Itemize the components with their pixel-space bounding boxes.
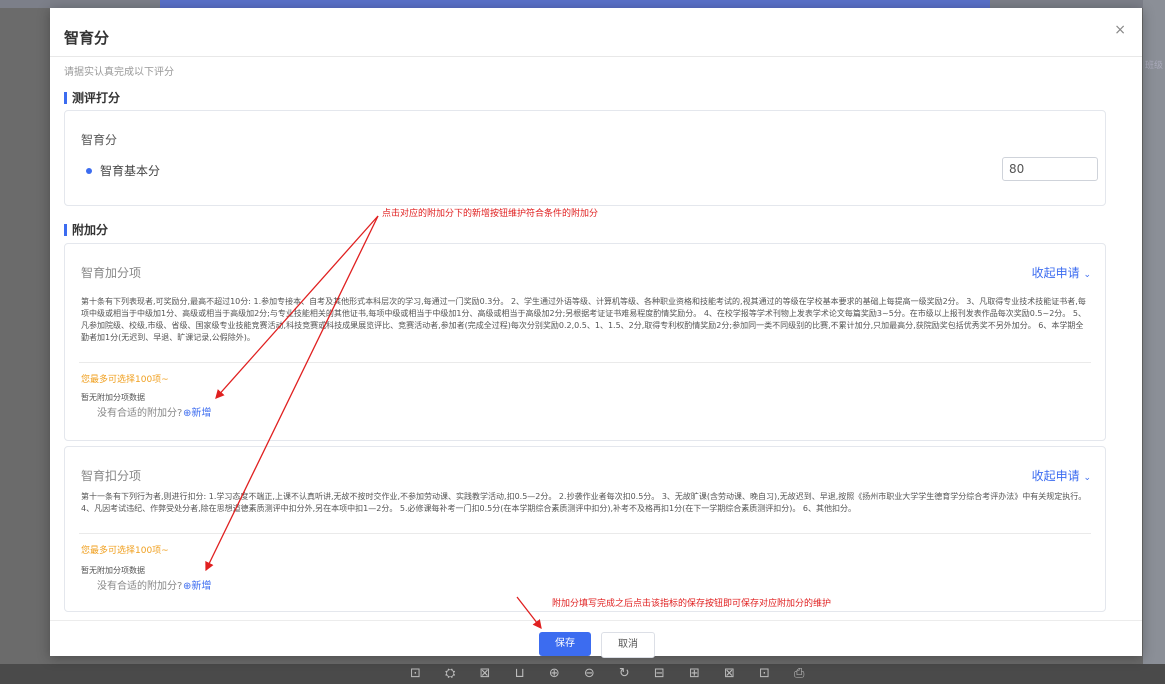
bonus-no-data: 暂无附加分项数据 [81,393,145,402]
deduct-limit-text: 您最多可选择100项~ [81,546,169,556]
bonus-add-button[interactable]: ⊕新增 [183,404,211,419]
bonus-none-suitable: 没有合适的附加分? [97,408,183,419]
card-divider [79,362,1091,363]
deduct-collapse-toggle[interactable]: 收起申请 ⌄ [1032,467,1091,484]
chevron-down-icon: ⌄ [1083,270,1091,280]
backdrop-right-panel: 班级 [1143,0,1165,684]
bonus-limit-text: 您最多可选择100项~ [81,375,169,385]
annotation-add-hint: 点击对应的附加分下的新增按钮维护符合条件的附加分 [382,209,599,219]
backdrop-ghost-text: 班级 [1145,61,1164,71]
deduct-no-data: 暂无附加分项数据 [81,566,145,575]
deduct-card-title: 智育扣分项 [81,469,142,483]
section-marker [64,92,67,104]
basic-score-label: 智育基本分 [100,164,161,178]
score-card: 智育分 [64,110,1106,206]
chevron-down-icon: ⌄ [1083,473,1091,483]
header-divider [50,56,1142,57]
section-heading-extra: 附加分 [64,221,108,238]
toggle-label: 收起申请 [1031,266,1080,280]
document-toolbar: ⊡ ⛭ ⊠ ⊔ ⊕ ⊖ ↻ ⊟ ⊞ ⊠ ⊡ ⎙ [0,664,1165,684]
deduct-none-suitable: 没有合适的附加分? [97,581,183,592]
section-heading-text: 测评打分 [72,91,121,105]
bonus-card-title: 智育加分项 [81,266,142,280]
deduct-card: 智育扣分项 收起申请 ⌄ 第十一条有下列行为者,则进行扣分: 1.学习态度不端正… [64,446,1106,612]
section-marker [64,224,67,236]
close-icon[interactable]: × [1114,22,1126,38]
bonus-collapse-toggle[interactable]: 收起申请 ⌄ [1032,264,1091,281]
score-dialog: 智育分 × 请据实认真完成以下评分 测评打分 智育分 智育基本分 附加分 智育加… [50,8,1142,658]
toolbar-icons[interactable]: ⊡ ⛭ ⊠ ⊔ ⊕ ⊖ ↻ ⊟ ⊞ ⊠ ⊡ ⎙ [410,666,814,681]
deduct-add-button[interactable]: ⊕新增 [183,577,211,592]
deduct-rules-text: 第十一条有下列行为者,则进行扣分: 1.学习态度不端正,上课不认真听讲,无故不按… [81,492,1087,513]
basic-score-input[interactable] [1002,157,1098,181]
footer-divider [50,620,1142,621]
backdrop-header-bar [160,0,990,8]
toggle-label: 收起申请 [1031,469,1080,483]
section-heading-text: 附加分 [72,223,109,237]
card-divider [79,533,1091,534]
cancel-button[interactable]: 取消 [601,632,655,658]
dialog-title: 智育分 [64,29,110,47]
dialog-subtitle: 请据实认真完成以下评分 [64,67,174,78]
bullet-dot [86,168,92,174]
bonus-card: 智育加分项 收起申请 ⌄ 第十条有下列表现者,可奖励分,最高不超过10分: 1.… [64,243,1106,441]
save-button[interactable]: 保存 [539,632,591,656]
score-card-title: 智育分 [81,133,118,147]
section-heading-score: 测评打分 [64,89,120,106]
annotation-save-hint: 附加分填写完成之后点击该指标的保存按钮即可保存对应附加分的维护 [552,599,832,609]
bonus-rules-text: 第十条有下列表现者,可奖励分,最高不超过10分: 1.参加专接本、自考及其他形式… [81,297,1086,342]
